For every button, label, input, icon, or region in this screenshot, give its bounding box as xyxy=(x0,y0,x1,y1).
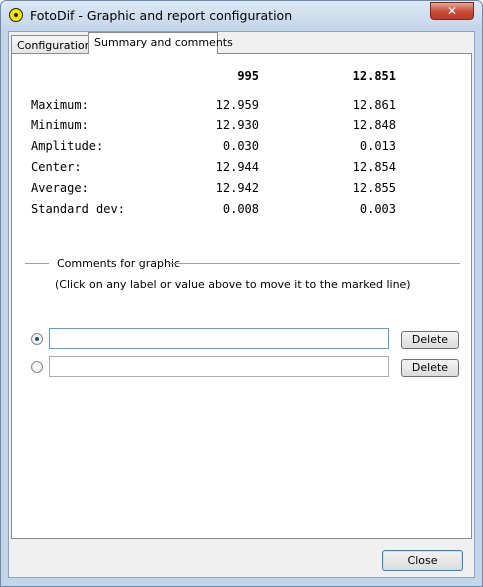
app-icon xyxy=(9,8,23,22)
summary-panel: 995 12.851 Maximum: 12.959 12.861 Minimu… xyxy=(11,53,472,539)
stat-value-2[interactable]: 12.855 xyxy=(353,181,396,195)
comment-line-1-input[interactable] xyxy=(49,328,389,349)
stat-value-2[interactable]: 12.848 xyxy=(353,118,396,132)
column-header-1[interactable]: 995 xyxy=(237,69,259,83)
window-title: FotoDif - Graphic and report configurati… xyxy=(30,8,293,23)
stat-value-2[interactable]: 0.003 xyxy=(360,202,396,216)
stat-value-2[interactable]: 12.861 xyxy=(353,98,396,112)
stat-value-2[interactable]: 12.854 xyxy=(353,160,396,174)
stat-label-minimum[interactable]: Minimum: xyxy=(31,118,89,132)
column-header-2[interactable]: 12.851 xyxy=(353,69,396,83)
window-close-button[interactable]: ✕ xyxy=(430,2,474,20)
delete-button[interactable]: Delete xyxy=(401,359,459,377)
title-bar[interactable]: FotoDif - Graphic and report configurati… xyxy=(1,1,482,31)
close-icon: ✕ xyxy=(446,4,458,18)
comment-line-1-radio[interactable] xyxy=(31,333,43,345)
stat-value-1[interactable]: 12.959 xyxy=(216,98,259,112)
stat-label-amplitude[interactable]: Amplitude: xyxy=(31,139,103,153)
dialog-client-area: Configuration Summary and comments 995 1… xyxy=(8,31,475,578)
delete-button[interactable]: Delete xyxy=(401,331,459,349)
dialog-window: FotoDif - Graphic and report configurati… xyxy=(0,0,483,587)
stat-value-1[interactable]: 12.944 xyxy=(216,160,259,174)
close-button[interactable]: Close xyxy=(382,550,463,571)
stat-label-center[interactable]: Center: xyxy=(31,160,82,174)
stat-value-1[interactable]: 12.930 xyxy=(216,118,259,132)
comments-section-title: Comments for graphic xyxy=(57,257,181,270)
section-divider-left xyxy=(25,263,49,264)
comment-line-2-radio[interactable] xyxy=(31,361,43,373)
section-divider-right xyxy=(168,263,460,264)
stat-label-average[interactable]: Average: xyxy=(31,181,89,195)
stat-label-maximum[interactable]: Maximum: xyxy=(31,98,89,112)
comments-hint: (Click on any label or value above to mo… xyxy=(55,278,411,291)
stat-label-standard-dev[interactable]: Standard dev: xyxy=(31,202,125,216)
stat-value-1[interactable]: 0.008 xyxy=(223,202,259,216)
tab-summary-and-comments[interactable]: Summary and comments xyxy=(88,32,233,54)
comment-line-2-input[interactable] xyxy=(49,356,389,377)
stat-value-2[interactable]: 0.013 xyxy=(360,139,396,153)
stat-value-1[interactable]: 12.942 xyxy=(216,181,259,195)
stat-value-1[interactable]: 0.030 xyxy=(223,139,259,153)
